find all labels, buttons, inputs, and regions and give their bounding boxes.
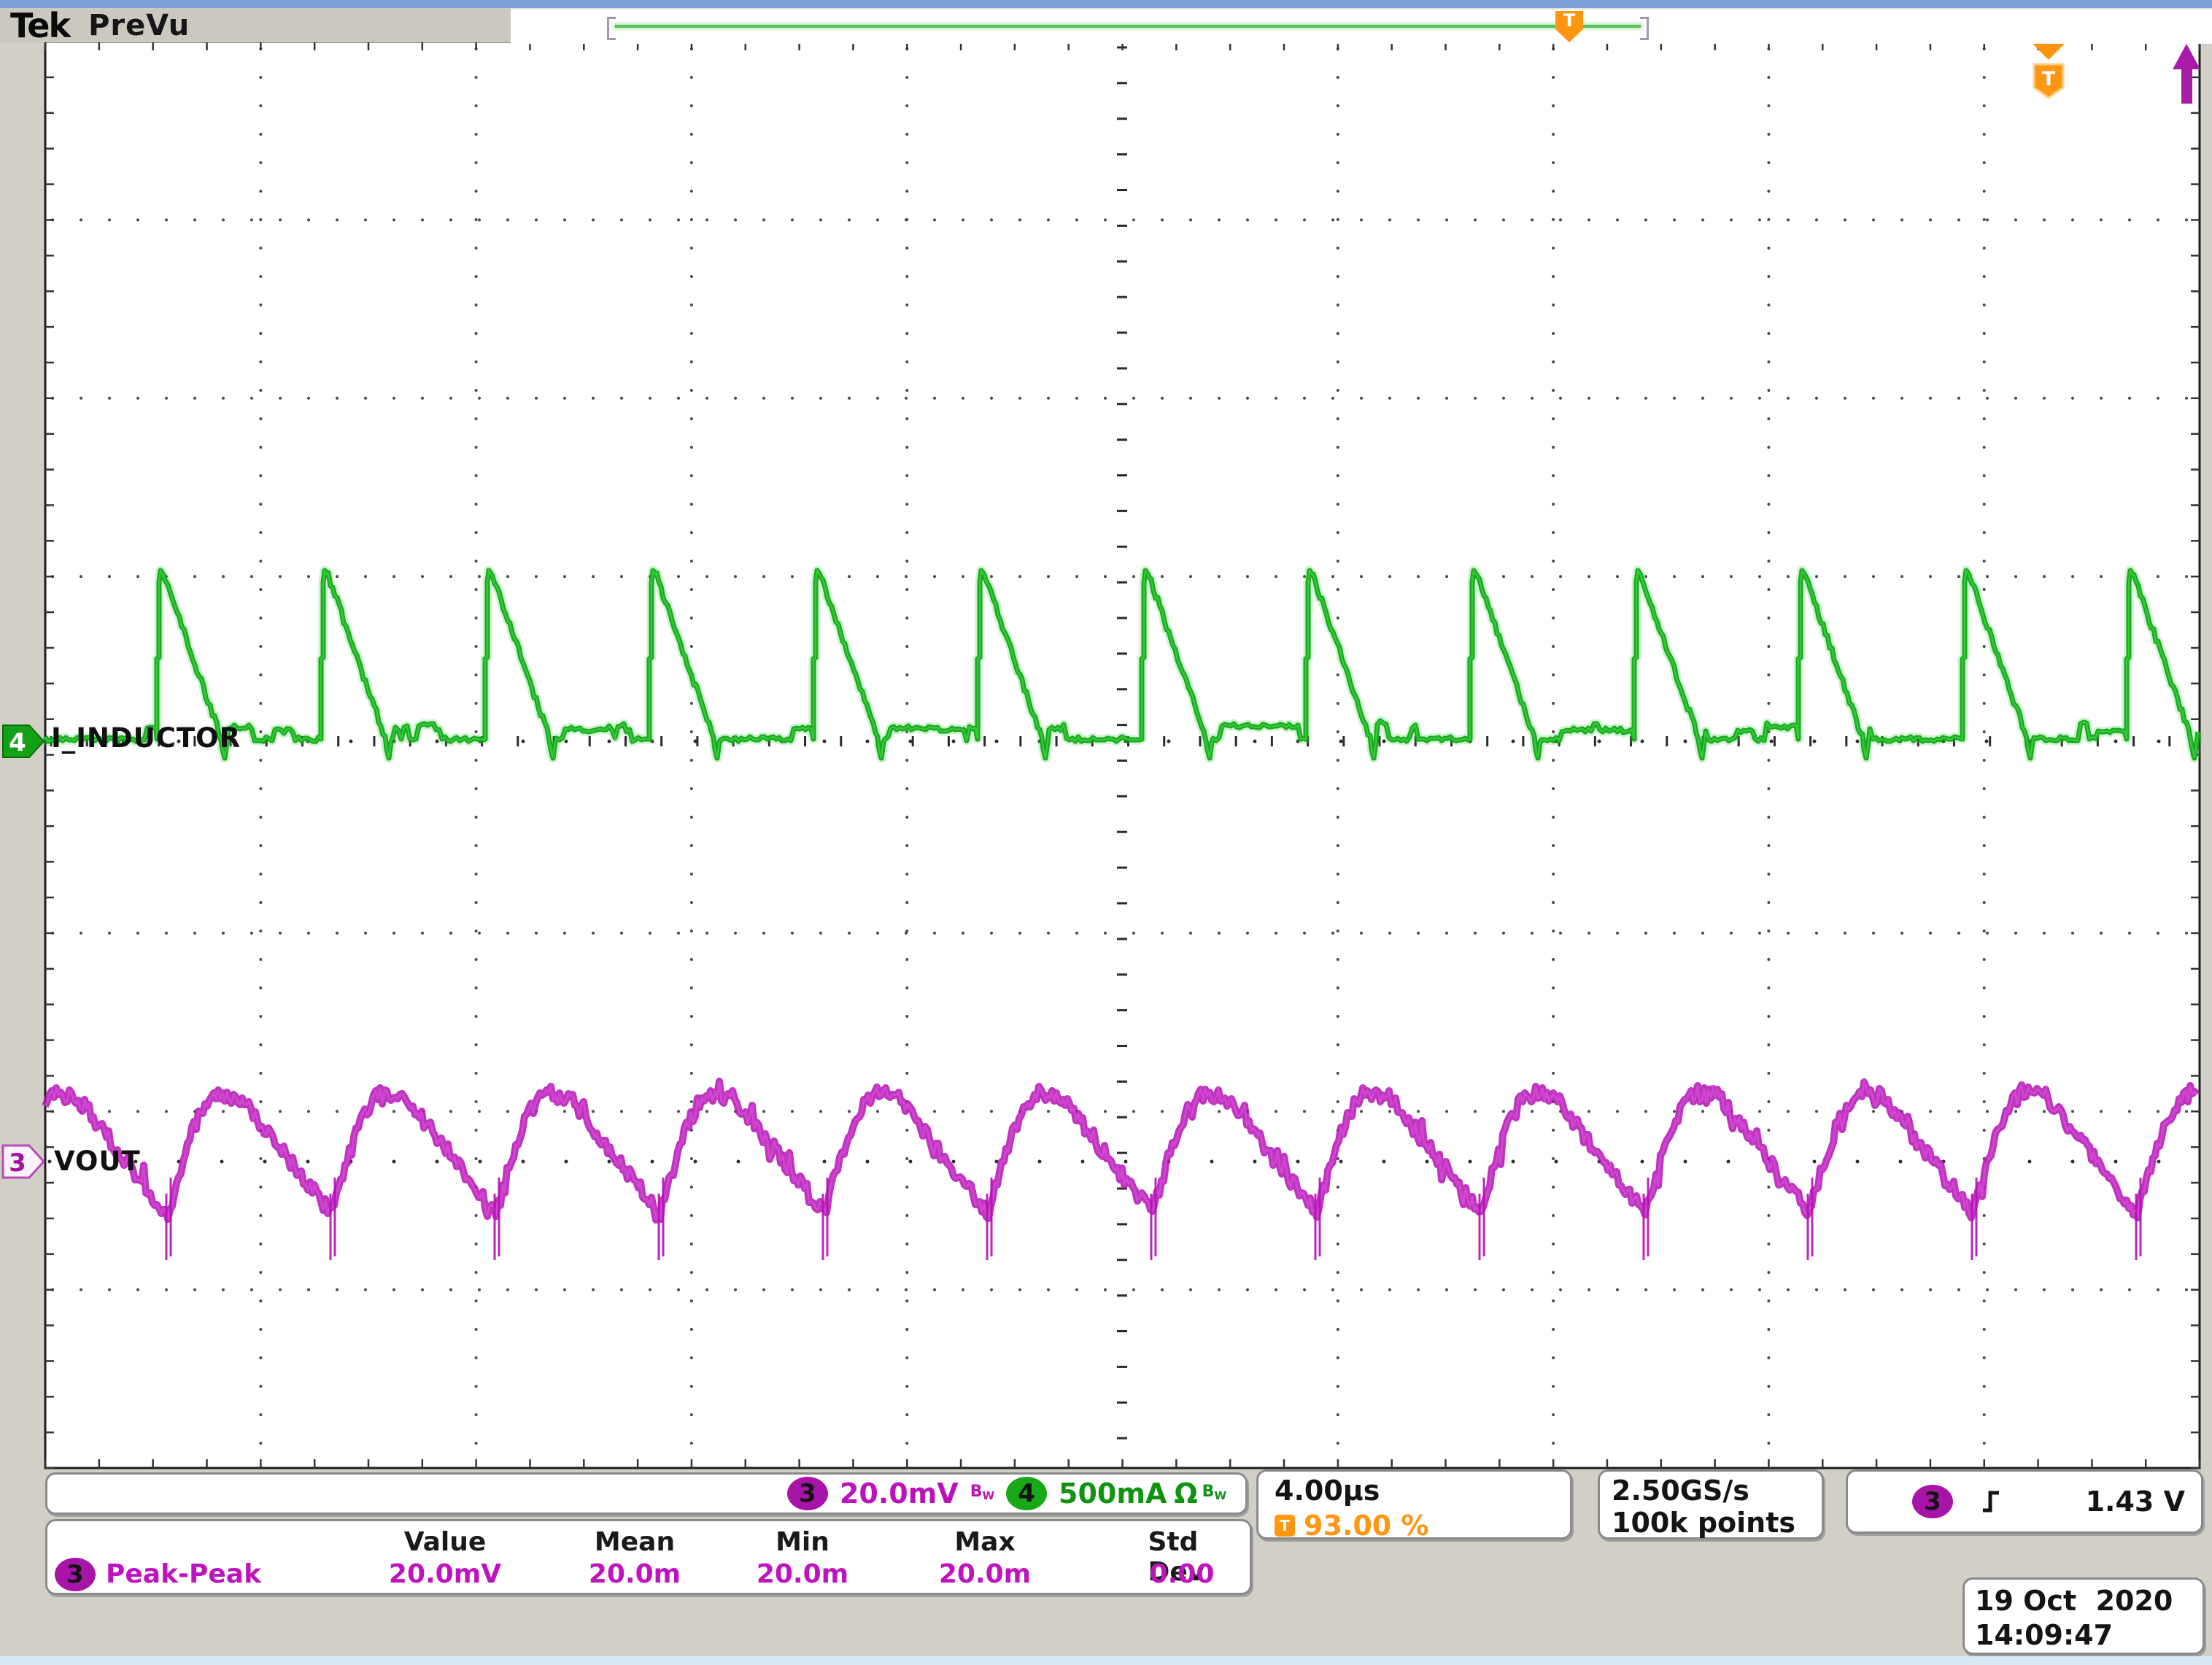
graticule-frame — [44, 40, 2201, 1469]
channel-scale-readout[interactable]: 3 20.0mV BW 4 500mA Ω BW — [45, 1472, 1248, 1515]
trigger-position-percent: 93.00 % — [1304, 1510, 1429, 1542]
svg-text:4: 4 — [9, 728, 26, 757]
tek-logo: Tek — [10, 5, 71, 45]
bottom-window-strip — [0, 1656, 2212, 1665]
record-left-bracket — [607, 17, 616, 40]
svg-text:T: T — [2042, 68, 2056, 90]
measurement-table[interactable]: Value Mean Min Max Std Dev 3 Peak-Peak 2… — [45, 1519, 1252, 1595]
ch4-position-marker[interactable]: 4 — [2, 725, 45, 758]
datetime-readout: 19 Oct 2020 14:09:47 — [1962, 1577, 2205, 1655]
date-value: 19 Oct 2020 — [1975, 1585, 2173, 1617]
ch3-scale-value: 20.0mV — [839, 1477, 959, 1510]
brand-area: Tek PreVu — [0, 5, 511, 45]
ch4-coupling-icon: Ω — [1174, 1477, 1198, 1510]
meas-header-max: Max — [954, 1527, 1016, 1557]
record-right-bracket — [1640, 17, 1649, 40]
rising-edge-icon — [1983, 1491, 1999, 1513]
meas-min: 20.0m — [756, 1559, 849, 1589]
ch4-badge[interactable]: 4 — [1006, 1477, 1048, 1510]
svg-text:3: 3 — [9, 1148, 26, 1178]
trigger-level-value: 1.43 V — [2085, 1486, 2185, 1518]
trigger-source-badge: 3 — [1912, 1485, 1953, 1518]
trigger-t-glyph: T — [1563, 10, 1576, 31]
trigger-readout[interactable]: 3 1.43 V — [1846, 1469, 2203, 1534]
acquisition-mode-label: PreVu — [88, 8, 190, 42]
meas-name: Peak-Peak — [106, 1559, 262, 1589]
ch4-scale-value: 500mA — [1059, 1477, 1167, 1510]
ch3-badge[interactable]: 3 — [786, 1477, 828, 1510]
horizontal-readout[interactable]: 4.00µs T 93.00 % — [1256, 1469, 1572, 1542]
acquisition-readout[interactable]: 2.50GS/s 100k points — [1598, 1469, 1824, 1540]
meas-max: 20.0m — [938, 1559, 1032, 1589]
meas-header-min: Min — [776, 1527, 830, 1557]
ch3-bandwidth-icon: BW — [970, 1482, 995, 1502]
scope-graticule: T 4 3 — [1, 40, 2203, 1469]
meas-source-badge: 3 — [55, 1558, 96, 1591]
record-length: 100k points — [1612, 1507, 1795, 1539]
record-overview-bar[interactable]: T — [511, 8, 2212, 44]
record-trigger-marker-icon[interactable]: T — [1555, 11, 1583, 42]
trigger-t-icon: T — [1275, 1515, 1295, 1537]
meas-header-mean: Mean — [594, 1527, 676, 1557]
top-window-strip — [0, 0, 2212, 8]
meas-mean: 20.0m — [588, 1559, 681, 1589]
ch4-trace-label: I_INDUCTOR — [51, 722, 241, 754]
meas-header-value: Value — [403, 1527, 487, 1557]
ch3-trace-label: VOUT — [54, 1146, 141, 1177]
meas-value: 20.0mV — [388, 1559, 502, 1589]
ch4-bandwidth-icon: BW — [1202, 1482, 1226, 1502]
timebase-scale: 4.00µs — [1275, 1475, 1380, 1507]
sample-rate: 2.50GS/s — [1612, 1475, 1749, 1507]
time-value: 14:09:47 — [1975, 1619, 2114, 1651]
ch3-position-marker[interactable]: 3 — [1, 1144, 46, 1179]
record-waveform-line — [615, 25, 1641, 28]
meas-stddev: 0.00 — [1149, 1559, 1215, 1589]
